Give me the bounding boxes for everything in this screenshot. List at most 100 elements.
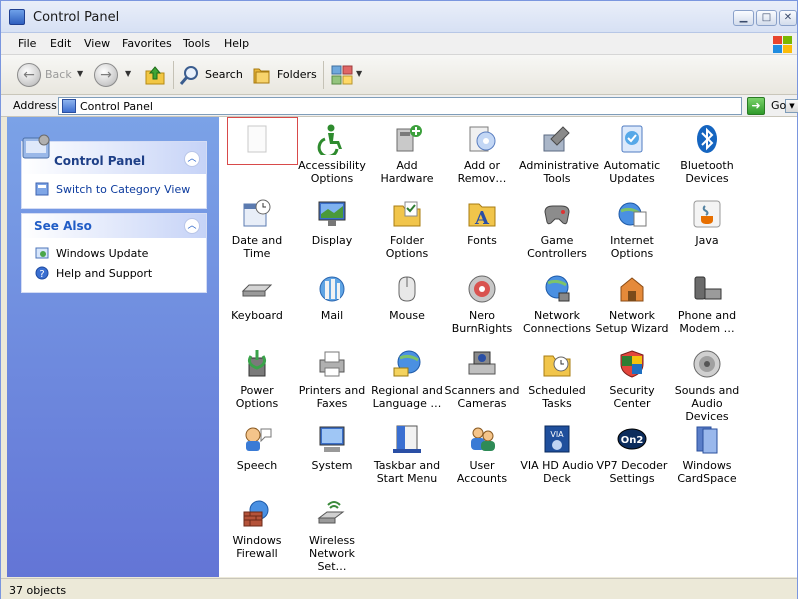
internet-options-icon — [618, 202, 647, 227]
control-panel-item[interactable]: Phone and Modem … — [669, 269, 745, 341]
control-panel-item[interactable]: Add Hardware — [369, 119, 445, 191]
menu-tools[interactable]: Tools — [183, 37, 210, 50]
control-panel-item[interactable]: Security Center — [594, 344, 670, 416]
go-button[interactable]: ➜ — [747, 97, 765, 115]
control-panel-item-label: Automatic Updates — [603, 159, 661, 185]
control-panel-item[interactable]: Administrative Tools — [519, 119, 599, 191]
control-panel-item[interactable]: Mail — [294, 269, 370, 341]
printers-icon — [319, 351, 345, 377]
control-panel-item-label: Taskbar and Start Menu — [373, 459, 441, 485]
toolbar-separator — [173, 61, 174, 89]
control-panel-item[interactable]: Sounds and Audio Devices — [669, 344, 745, 423]
control-panel-item-label: Mail — [320, 309, 344, 322]
control-panel-item[interactable]: Scanners and Cameras — [444, 344, 520, 416]
folders-icon[interactable] — [251, 64, 273, 86]
control-panel-item[interactable]: Internet Options — [594, 194, 670, 266]
menu-view[interactable]: View — [84, 37, 110, 50]
control-panel-item[interactable]: On2 VP7 Decoder Settings — [594, 419, 670, 491]
control-panel-item-label: VIA HD Audio Deck — [520, 459, 594, 485]
speech-icon — [245, 427, 272, 451]
category-view-icon — [35, 182, 49, 196]
control-panel-item[interactable]: Scheduled Tasks — [519, 344, 595, 416]
status-object-count: 37 objects — [9, 584, 67, 597]
control-panel-item[interactable]: User Accounts — [444, 419, 520, 491]
control-panel-item[interactable]: System — [294, 419, 370, 491]
switch-category-view-link[interactable]: Switch to Category View — [22, 180, 206, 200]
forward-button[interactable]: → — [94, 63, 118, 87]
control-panel-item[interactable]: Mouse — [369, 269, 445, 341]
toolbar-separator — [323, 61, 324, 89]
views-dropdown-icon[interactable]: ▼ — [356, 69, 362, 78]
switch-category-view-label[interactable]: Switch to Category View — [56, 183, 190, 196]
address-dropdown-button[interactable]: ▼ — [785, 99, 798, 113]
title-bar[interactable]: Control Panel ▁ □ ✕ — [1, 1, 797, 33]
control-panel-small-icon — [62, 99, 76, 113]
control-panel-item[interactable]: Taskbar and Start Menu — [369, 419, 445, 491]
control-panel-item[interactable]: Bluetooth Devices — [669, 119, 745, 191]
control-panel-item[interactable]: VIA VIA HD Audio Deck — [519, 419, 595, 491]
scheduled-tasks-icon — [543, 355, 571, 377]
control-panel-item[interactable]: Network Connections — [519, 269, 595, 341]
help-support-label[interactable]: Help and Support — [56, 267, 152, 280]
minimize-button[interactable]: ▁ — [733, 10, 754, 26]
control-panel-item[interactable]: Java — [669, 194, 745, 266]
control-panel-item[interactable]: Power Options — [219, 344, 295, 416]
control-panel-item[interactable]: A Fonts — [444, 194, 520, 266]
menu-help[interactable]: Help — [224, 37, 249, 50]
control-panel-item[interactable]: Wireless Network Set… — [294, 494, 370, 573]
views-icon[interactable] — [331, 65, 353, 85]
add-remove-programs-icon — [469, 126, 496, 152]
see-also-panel-header[interactable]: See Also ︿ — [22, 214, 206, 238]
control-panel-item[interactable]: Game Controllers — [519, 194, 595, 266]
control-panel-item[interactable]: Display — [294, 194, 370, 266]
control-panel-item[interactable]: Regional and Language … — [369, 344, 445, 416]
control-panel-item-label: Security Center — [609, 384, 655, 410]
control-panel-panel-header[interactable]: Control Panel ︿ — [22, 134, 206, 174]
search-label[interactable]: Search — [205, 68, 243, 81]
maximize-button[interactable]: □ — [756, 10, 777, 26]
control-panel-item[interactable]: Automatic Updates — [594, 119, 670, 191]
control-panel-item-label: VP7 Decoder Settings — [596, 459, 668, 485]
control-panel-item[interactable]: Windows CardSpace — [669, 419, 745, 491]
address-field[interactable]: Control Panel ▼ — [58, 97, 798, 115]
control-panel-item[interactable]: Network Setup Wizard — [594, 269, 670, 341]
windows-update-label[interactable]: Windows Update — [56, 247, 148, 260]
via-hd-audio-icon: VIA — [544, 425, 570, 453]
control-panel-item[interactable]: Windows Firewall — [219, 494, 295, 566]
go-label[interactable]: Go — [771, 99, 786, 112]
see-also-title: See Also — [34, 219, 92, 233]
collapse-chevron-icon[interactable]: ︿ — [184, 218, 200, 234]
control-panel-item[interactable]: Date and Time — [219, 194, 295, 266]
fonts-icon: A — [468, 203, 496, 229]
display-icon — [318, 201, 346, 226]
windows-update-link[interactable]: Windows Update — [22, 244, 206, 264]
control-panel-item[interactable]: Accessibility Options — [294, 119, 370, 191]
control-panel-item-label: Accessibility Options — [298, 159, 366, 185]
control-panel-panel-title: Control Panel — [54, 154, 146, 168]
back-label[interactable]: Back — [45, 68, 72, 81]
keyboard-icon — [241, 284, 273, 297]
menu-edit[interactable]: Edit — [50, 37, 71, 50]
back-button[interactable]: ← — [17, 63, 41, 87]
folders-label[interactable]: Folders — [277, 68, 317, 81]
close-button[interactable]: ✕ — [779, 10, 797, 26]
address-value[interactable]: Control Panel — [80, 100, 153, 113]
control-panel-item-label: Game Controllers — [527, 234, 587, 260]
search-icon[interactable] — [179, 64, 201, 86]
help-support-link[interactable]: ? Help and Support — [22, 264, 206, 284]
up-folder-icon[interactable] — [143, 63, 167, 87]
collapse-chevron-icon[interactable]: ︿ — [184, 151, 200, 167]
svg-text:On2: On2 — [621, 435, 644, 446]
control-panel-item[interactable]: Nero BurnRights — [444, 269, 520, 341]
control-panel-item[interactable]: Printers and Faxes — [294, 344, 370, 416]
forward-dropdown-icon[interactable]: ▼ — [125, 69, 131, 78]
control-panel-item[interactable] — [219, 119, 295, 191]
menu-favorites[interactable]: Favorites — [122, 37, 172, 50]
back-dropdown-icon[interactable]: ▼ — [77, 69, 83, 78]
control-panel-item[interactable]: Folder Options — [369, 194, 445, 266]
control-panel-item[interactable]: Speech — [219, 419, 295, 491]
windows-logo-icon — [769, 34, 795, 54]
control-panel-item[interactable]: Keyboard — [219, 269, 295, 341]
menu-file[interactable]: File — [18, 37, 36, 50]
control-panel-item[interactable]: Add or Remov… — [444, 119, 520, 191]
